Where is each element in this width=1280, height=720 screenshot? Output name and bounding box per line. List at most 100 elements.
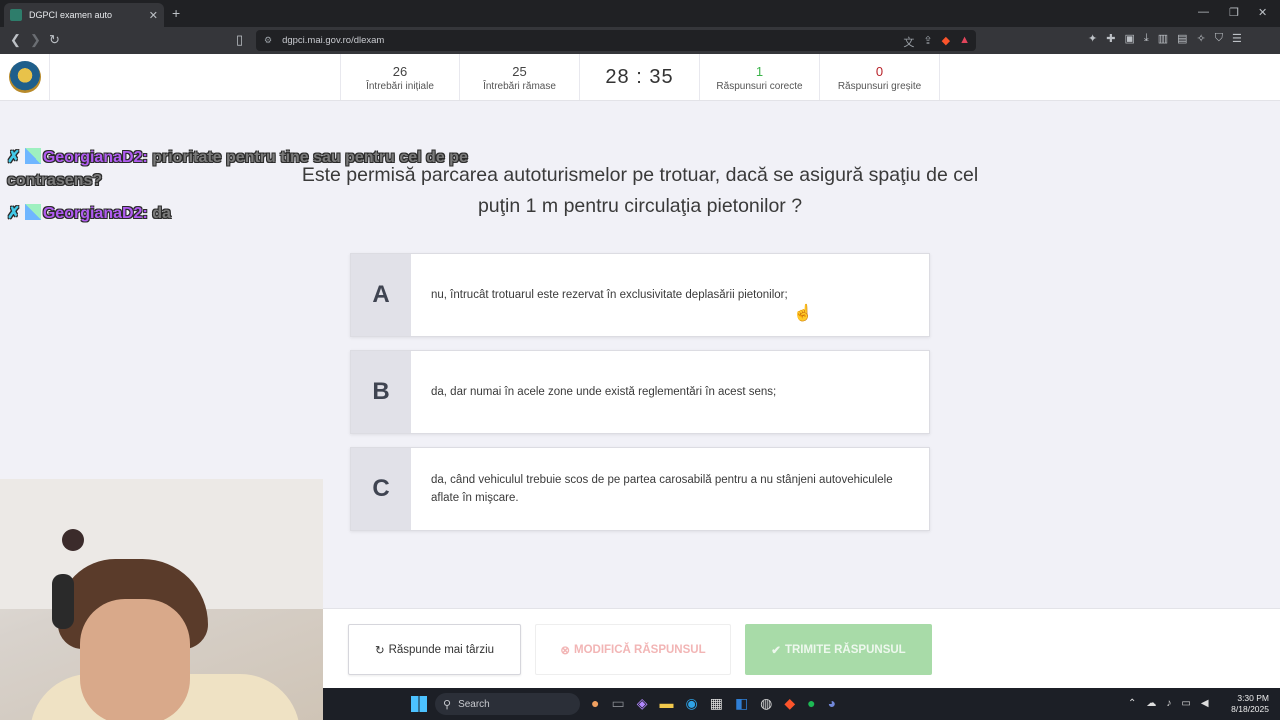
taskbar-apps: ● ▭ ◈ ▬ ◉ ▦ ◧ ◍ ◆ ● ◕ (591, 695, 836, 712)
webcam-wall-object (62, 529, 84, 551)
vpn-icon[interactable]: ⛉ (1215, 32, 1223, 45)
new-tab-button[interactable]: + (172, 5, 180, 21)
forward-icon[interactable]: ❯ (30, 32, 41, 48)
answer-letter: C (351, 448, 411, 530)
download-icon[interactable]: ⤓ (1144, 32, 1149, 45)
browser-toolbar: ❮ ❯ ↻ ▯ ⚙ dgpci.mai.gov.ro/dlexam 文 ⇪ ◆ … (0, 27, 1280, 54)
check-circle-icon: ✔ (771, 644, 781, 657)
cancel-circle-icon: ⊗ (560, 644, 570, 657)
extensions-area: ✦ ✚ ▣ ⤓ ▥ ▤ ✧ ⛉ ☰ (1088, 32, 1242, 45)
tab-close-icon[interactable]: ✕ (149, 9, 158, 22)
stat-label: Întrebări rămase (483, 81, 556, 92)
tab-title: DGPCI examen auto (29, 10, 113, 20)
stat-value: 1 (755, 64, 764, 79)
minimize-button[interactable]: — (1198, 6, 1209, 18)
browser-tab-bar: DGPCI examen auto ✕ + — ❐ ✕ (0, 0, 1280, 27)
address-bar[interactable]: ⚙ dgpci.mai.gov.ro/dlexam 文 ⇪ ◆ ▲ (256, 30, 976, 51)
stat-label: Răspunsuri greșite (837, 81, 922, 92)
brave-shields-icon[interactable]: ◆ (942, 34, 950, 50)
microphone-icon[interactable]: ♪ (1166, 698, 1171, 709)
answer-action-bar: ↻ Răspunde mai târziu ⊗ MODIFICĂ RĂSPUNS… (323, 608, 1280, 688)
refresh-icon: ↻ (374, 644, 385, 657)
chat-text: da (152, 205, 171, 222)
translate-icon[interactable]: 文 (903, 34, 914, 50)
clock-time: 3:30 PM (1237, 693, 1269, 703)
bookmark-icon[interactable]: ▯ (236, 32, 243, 48)
coat-of-arms-logo (8, 61, 41, 93)
file-explorer-icon[interactable]: ▬ (659, 695, 673, 712)
widgets-icon[interactable]: ● (591, 695, 599, 712)
modify-answer-button[interactable]: ⊗ MODIFICĂ RĂSPUNSUL (535, 624, 731, 675)
chat-message: ✗ GeorgianaD2: da (7, 202, 527, 225)
url-text: dgpci.mai.gov.ro/dlexam (282, 35, 385, 46)
taskbar-search-label: Search (458, 698, 490, 710)
sidebar-icon[interactable]: ▥ (1158, 32, 1168, 45)
chat-message: ✗ GeorgianaD2: prioritate pentru tine sa… (7, 146, 527, 192)
extension-icon[interactable]: ✦ (1088, 32, 1097, 45)
close-window-button[interactable]: ✕ (1258, 6, 1267, 19)
discord-icon[interactable]: ◕ (828, 695, 836, 712)
obs-icon[interactable]: ◍ (760, 695, 772, 712)
windows-taskbar: ⚲ Search ● ▭ ◈ ▬ ◉ ▦ ◧ ◍ ◆ ● ◕ ⌃ ☁ ♪ ▭ ◀… (323, 688, 1280, 720)
answer-letter: B (351, 351, 411, 433)
answer-option-a[interactable]: A nu, întrucât trotuarul este rezervat î… (350, 253, 930, 337)
maximize-button[interactable]: ❐ (1229, 6, 1239, 19)
sword-icon: ✗ (7, 205, 21, 222)
submit-answer-label: TRIMITE RĂSPUNSUL (784, 643, 906, 656)
stat-wrong-answers: 0 Răspunsuri greșite (820, 54, 940, 100)
reload-icon[interactable]: ↻ (49, 32, 60, 48)
answer-text: da, când vehiculul trebuie scos de pe pa… (431, 474, 893, 504)
search-icon: ⚲ (443, 698, 452, 711)
stat-remaining-questions: 25 Întrebări rămase (460, 54, 580, 100)
copilot-icon[interactable]: ◈ (637, 695, 648, 712)
network-icon[interactable]: ☁ (1146, 698, 1156, 709)
spotify-icon[interactable]: ● (807, 695, 815, 712)
sword-icon: ✗ (7, 149, 21, 166)
stat-value: 25 (512, 64, 527, 79)
clock-date: 8/18/2025 (1231, 704, 1269, 714)
menu-icon[interactable]: ☰ (1232, 32, 1242, 45)
webcam-person-face (80, 599, 190, 720)
volume-icon[interactable]: ◀ (1201, 698, 1209, 709)
logo-cell (0, 54, 50, 100)
answer-text: nu, întrucât trotuarul este rezervat în … (431, 289, 788, 301)
taskbar-clock[interactable]: 3:30 PM 8/18/2025 (1229, 693, 1269, 715)
brave-icon[interactable]: ◆ (784, 695, 795, 712)
edge-icon[interactable]: ◉ (685, 695, 697, 712)
submit-answer-button[interactable]: ✔ TRIMITE RĂSPUNSUL (745, 624, 932, 675)
store-icon[interactable]: ▦ (710, 695, 723, 712)
outlook-icon[interactable]: ◧ (735, 695, 748, 712)
system-tray: ⌃ ☁ ♪ ▭ ◀ (1128, 698, 1209, 709)
tab-icon[interactable]: ▣ (1124, 32, 1134, 45)
stat-value: 0 (875, 64, 884, 79)
stat-correct-answers: 1 Răspunsuri corecte (700, 54, 820, 100)
wallet-icon[interactable]: ▤ (1177, 32, 1187, 45)
badge-icon (24, 148, 41, 164)
site-favicon-icon (10, 9, 22, 21)
chat-username: GeorgianaD2: (42, 205, 148, 222)
back-icon[interactable]: ❮ (10, 32, 21, 48)
stat-initial-questions: 26 Întrebări inițiale (340, 54, 460, 100)
task-view-icon[interactable]: ▭ (611, 695, 624, 712)
exam-header: 26 Întrebări inițiale 25 Întrebări rămas… (0, 54, 1280, 101)
answer-option-c[interactable]: C da, când vehiculul trebuie scos de pe … (350, 447, 930, 531)
chat-username: GeorgianaD2: (42, 149, 148, 166)
brave-rewards-icon[interactable]: ▲ (959, 34, 970, 50)
answer-option-b[interactable]: B da, dar numai în acele zone unde exist… (350, 350, 930, 434)
webcam-headset (52, 574, 74, 629)
taskbar-search[interactable]: ⚲ Search (435, 693, 580, 715)
answer-letter: A (351, 254, 411, 336)
site-info-icon[interactable]: ⚙ (264, 35, 272, 46)
leo-icon[interactable]: ✧ (1197, 32, 1206, 45)
browser-tab[interactable]: DGPCI examen auto ✕ (4, 3, 164, 27)
windows-start-icon[interactable] (411, 696, 427, 712)
hand-cursor-icon: ☝ (793, 305, 813, 322)
stat-label: Întrebări inițiale (366, 81, 434, 92)
badge-icon (24, 204, 41, 220)
share-icon[interactable]: ⇪ (923, 34, 932, 50)
puzzle-icon[interactable]: ✚ (1106, 32, 1115, 45)
display-icon[interactable]: ▭ (1181, 698, 1190, 709)
answer-later-button[interactable]: ↻ Răspunde mai târziu (348, 624, 521, 675)
chevron-up-icon[interactable]: ⌃ (1128, 698, 1136, 709)
stat-label: Răspunsuri corecte (716, 81, 803, 92)
